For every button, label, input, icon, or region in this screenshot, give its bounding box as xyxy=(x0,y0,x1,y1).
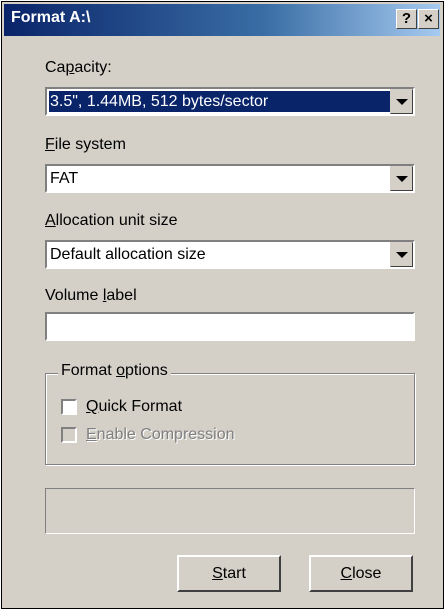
help-button[interactable]: ? xyxy=(396,9,417,29)
chevron-down-icon xyxy=(396,176,408,182)
quick-format-label[interactable]: Quick Format xyxy=(86,398,182,416)
start-button-label: tart xyxy=(222,565,246,582)
capacity-label: Capacity: xyxy=(45,59,112,77)
volume-label-input[interactable] xyxy=(45,312,415,341)
format-options-legend: Format options xyxy=(58,362,171,380)
window-title: Format A:\ xyxy=(11,9,91,26)
chevron-down-icon xyxy=(396,99,408,105)
format-progress-bar xyxy=(45,488,415,534)
format-options-legend-text: Format xyxy=(61,362,117,379)
close-button-mnemonic: C xyxy=(340,565,353,582)
file-system-label-rest: ile system xyxy=(54,136,126,153)
capacity-value: 3.5", 1.44MB, 512 bytes/sector xyxy=(49,91,390,112)
enable-compression-label[interactable]: Enable Compression xyxy=(86,426,235,444)
quick-format-label-rest: uick Format xyxy=(98,398,183,415)
volume-label-label: Volume label xyxy=(45,287,137,305)
close-button[interactable]: Close xyxy=(309,555,413,592)
chevron-down-icon xyxy=(396,252,408,258)
capacity-label-rest: acity: xyxy=(74,59,112,76)
capacity-label-text: Ca xyxy=(45,59,66,76)
format-options-legend-mnemonic: o xyxy=(116,362,126,379)
allocation-value: Default allocation size xyxy=(50,246,206,263)
enable-compression-checkbox[interactable] xyxy=(61,427,77,443)
close-window-button[interactable]: × xyxy=(418,9,439,29)
enable-compression-mnemonic: E xyxy=(86,426,97,443)
quick-format-mnemonic: Q xyxy=(86,398,99,415)
enable-compression-label-rest: nable Compression xyxy=(96,426,235,443)
capacity-dropdown-button[interactable] xyxy=(390,89,413,114)
volume-label-text: Volume xyxy=(45,287,103,304)
quick-format-checkbox[interactable] xyxy=(61,399,77,415)
allocation-label: Allocation unit size xyxy=(45,212,178,230)
file-system-dropdown-button[interactable] xyxy=(390,166,413,191)
allocation-select[interactable]: Default allocation size xyxy=(45,240,415,269)
file-system-select[interactable]: FAT xyxy=(45,164,415,193)
file-system-value: FAT xyxy=(50,170,79,187)
start-button-mnemonic: S xyxy=(212,565,223,582)
volume-label-rest: abel xyxy=(106,287,137,304)
title-bar[interactable]: Format A:\ ? × xyxy=(4,4,440,36)
capacity-select[interactable]: 3.5", 1.44MB, 512 bytes/sector xyxy=(45,87,415,116)
allocation-label-rest: llocation unit size xyxy=(55,212,178,229)
format-options-legend-rest: ptions xyxy=(125,362,168,379)
file-system-label-mnemonic: F xyxy=(45,136,55,153)
format-options-group xyxy=(45,373,415,465)
file-system-label: File system xyxy=(45,136,126,154)
start-button[interactable]: Start xyxy=(177,555,281,592)
close-button-label: lose xyxy=(352,565,382,582)
allocation-label-mnemonic: A xyxy=(45,212,56,229)
allocation-dropdown-button[interactable] xyxy=(390,242,413,267)
